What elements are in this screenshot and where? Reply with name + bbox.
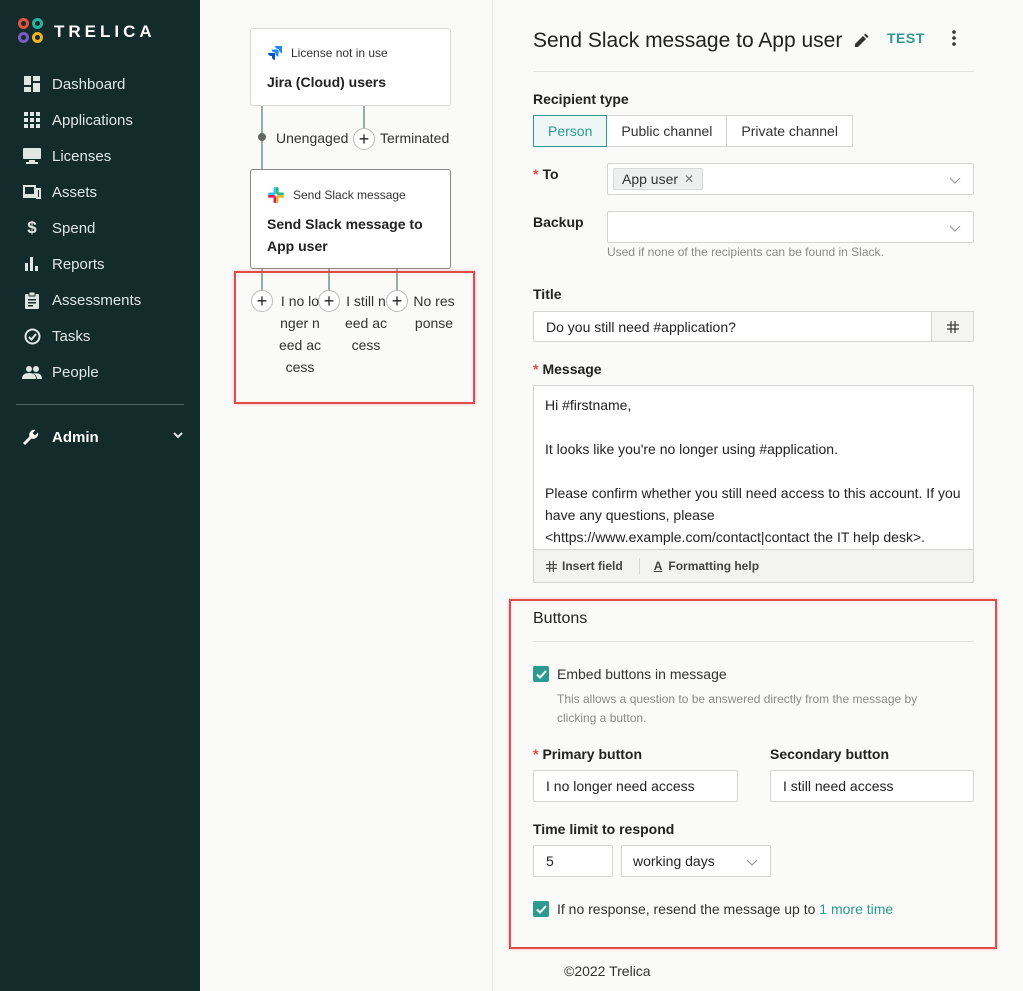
formatting-help-button[interactable]: A Formatting help [654, 559, 759, 573]
nav-item-people[interactable]: People [0, 354, 200, 390]
bar-chart-icon [22, 254, 42, 274]
message-line: Hi #firstname, [545, 397, 632, 413]
nav-label: Dashboard [52, 75, 126, 93]
nav-item-dashboard[interactable]: Dashboard [0, 66, 200, 102]
nav-label: Licenses [52, 147, 112, 165]
backup-label: Backup [533, 214, 584, 230]
insert-field-button[interactable]: Insert field [546, 559, 623, 573]
jira-icon [268, 46, 282, 60]
recipient-type-public-channel[interactable]: Public channel [606, 115, 728, 147]
text-format-icon: A [653, 559, 663, 573]
brand-name: TRELICA [54, 22, 156, 41]
logo-mark-icon [18, 18, 46, 46]
action-node[interactable]: Send Slack message Send Slack message to… [250, 169, 451, 269]
highlight-box [234, 271, 475, 404]
pencil-icon[interactable] [855, 33, 869, 50]
nav-label: Assets [52, 183, 98, 201]
trigger-node-type: License not in use [267, 45, 388, 61]
highlight-box [509, 599, 997, 949]
nav-label: Assessments [52, 291, 142, 309]
chevron-down-icon [949, 221, 961, 237]
trelica-logo[interactable]: TRELICA [18, 18, 156, 46]
message-textarea[interactable]: Hi #firstname, It looks like you're no l… [533, 385, 974, 549]
message-line: Please confirm whether you still need ac… [545, 485, 961, 545]
devices-icon [22, 182, 42, 202]
backup-select[interactable] [607, 211, 974, 243]
nav-label: Spend [52, 219, 96, 237]
sidebar: TRELICA Dashboard Applications Licenses … [0, 0, 200, 991]
recipient-type-toggle: Person Public channel Private channel [533, 115, 853, 147]
recipient-tag: App user ✕ [613, 168, 704, 190]
nav-item-tasks[interactable]: Tasks [0, 318, 200, 354]
clipboard-icon [22, 290, 42, 310]
test-button[interactable]: TEST [887, 30, 925, 46]
hash-icon [946, 320, 959, 333]
trigger-node[interactable]: License not in use Jira (Cloud) users [250, 28, 451, 106]
nav-item-reports[interactable]: Reports [0, 246, 200, 282]
trigger-type-label: License not in use [291, 46, 388, 60]
footer-copyright: ©2022 Trelica [564, 963, 651, 979]
chevron-down-icon [172, 428, 184, 445]
message-line: It looks like you're no longer using #ap… [545, 441, 838, 457]
remove-tag-icon[interactable]: ✕ [684, 172, 694, 186]
connector-line [363, 106, 365, 128]
nav-label: Applications [52, 111, 133, 129]
people-icon [22, 362, 42, 382]
wrench-icon [22, 427, 42, 447]
recipient-type-label: Recipient type [533, 91, 629, 107]
dashboard-icon [22, 74, 42, 94]
panel-title: Send Slack message to App user [533, 29, 843, 52]
branch-dot [258, 133, 266, 141]
recipient-tag-label: App user [622, 171, 679, 187]
recipient-type-private-channel[interactable]: Private channel [726, 115, 853, 147]
action-title: Send Slack message to App user [267, 216, 423, 254]
backup-hint: Used if none of the recipients can be fo… [607, 245, 884, 259]
check-circle-icon [22, 326, 42, 346]
message-line [545, 460, 962, 482]
admin-menu[interactable]: Admin [0, 420, 200, 454]
insert-field-hash-button[interactable] [931, 311, 974, 342]
title-divider [533, 71, 974, 72]
to-label: * To [533, 166, 559, 182]
nav-item-assessments[interactable]: Assessments [0, 282, 200, 318]
hash-icon [546, 560, 557, 572]
main-nav: Dashboard Applications Licenses Assets $… [0, 66, 200, 390]
toolbar-divider [638, 558, 640, 574]
monitor-icon [22, 146, 42, 166]
nav-item-spend[interactable]: $ Spend [0, 210, 200, 246]
to-select[interactable]: App user ✕ [607, 163, 974, 195]
nav-label: Reports [52, 255, 105, 273]
add-step-button[interactable]: + [353, 128, 375, 150]
branch-label-unengaged: Unengaged [276, 130, 349, 146]
title-input[interactable]: Do you still need #application? [533, 311, 933, 342]
grid-icon [22, 110, 42, 130]
nav-item-assets[interactable]: Assets [0, 174, 200, 210]
trigger-title: Jira (Cloud) users [267, 74, 387, 90]
nav-label: Tasks [52, 327, 91, 345]
action-type-label: Send Slack message [293, 188, 406, 202]
message-toolbar: Insert field A Formatting help [533, 549, 974, 583]
nav-divider [16, 404, 184, 405]
nav-item-licenses[interactable]: Licenses [0, 138, 200, 174]
nav-label: People [52, 363, 99, 381]
recipient-type-person[interactable]: Person [533, 115, 608, 147]
slack-icon [268, 187, 284, 203]
title-label: Title [533, 286, 562, 302]
dollar-icon: $ [27, 218, 37, 237]
admin-label: Admin [52, 428, 99, 446]
nav-item-applications[interactable]: Applications [0, 102, 200, 138]
message-label: * Message [533, 361, 602, 377]
step-settings-panel: Send Slack message to App user TEST Reci… [492, 0, 1023, 991]
workflow-canvas: License not in use Jira (Cloud) users Un… [200, 0, 492, 991]
action-node-type: Send Slack message [267, 186, 406, 204]
message-line [545, 416, 962, 438]
branch-label-terminated: Terminated [380, 130, 450, 146]
chevron-down-icon [949, 173, 961, 189]
more-options-icon[interactable] [951, 30, 957, 49]
